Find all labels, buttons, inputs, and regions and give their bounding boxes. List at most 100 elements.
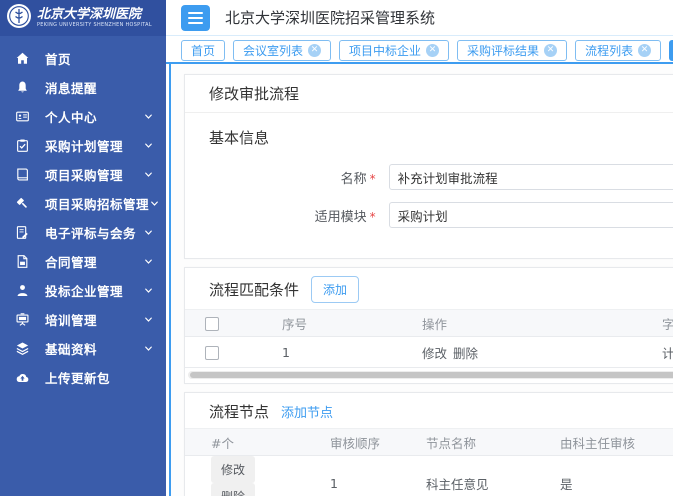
bell-icon bbox=[14, 80, 30, 96]
form-row-module: 适用模块* bbox=[209, 202, 673, 228]
match-conditions-table: 序号 操作 字 1修改删除计 bbox=[185, 309, 673, 368]
tab-项目中标企业[interactable]: 项目中标企业✕ bbox=[339, 40, 449, 61]
app-window: 北京大学深圳医院 PEKING UNIVERSITY SHENZHEN HOSP… bbox=[0, 0, 673, 496]
page-title: 修改审批流程 bbox=[209, 83, 299, 104]
sidebar-item-label: 项目采购招标管理 bbox=[45, 194, 149, 213]
required-asterisk: * bbox=[370, 210, 376, 224]
tab-label: 首页 bbox=[191, 42, 215, 59]
delete-action[interactable]: 删除 bbox=[453, 346, 478, 361]
edit-action[interactable]: 修改 bbox=[422, 346, 447, 361]
section-title-process-nodes: 流程节点 bbox=[209, 401, 269, 422]
gavel-icon bbox=[14, 196, 30, 212]
clipboard-check-icon bbox=[14, 138, 30, 154]
book-icon bbox=[14, 167, 30, 183]
column-header-num: #个 bbox=[185, 429, 318, 456]
main-area: 北京大学深圳医院招采管理系统 首页会议室列表✕项目中标企业✕采购评标结果✕流程列… bbox=[166, 0, 673, 496]
section-title-match-conditions: 流程匹配条件 bbox=[209, 279, 299, 300]
chevron-down-icon bbox=[142, 140, 154, 152]
card-match-conditions: 流程匹配条件 添加 序号 操作 字 1修改删除计 bbox=[184, 267, 673, 384]
app-title: 北京大学深圳医院招采管理系统 bbox=[225, 7, 435, 28]
tab-close-icon[interactable]: ✕ bbox=[638, 44, 651, 57]
name-input[interactable] bbox=[389, 164, 673, 190]
form-row-name: 名称* bbox=[209, 164, 673, 190]
module-input[interactable] bbox=[389, 202, 673, 228]
tab-首页[interactable]: 首页 bbox=[181, 40, 225, 61]
column-header-order: 审核顺序 bbox=[318, 429, 414, 456]
horizontal-scrollbar-thumb[interactable] bbox=[190, 372, 673, 378]
sidebar-item-label: 电子评标与会务 bbox=[45, 223, 136, 242]
sidebar-item-label: 上传更新包 bbox=[45, 368, 110, 387]
add-condition-button[interactable]: 添加 bbox=[311, 276, 359, 303]
sidebar-item-个人中心[interactable]: 个人中心 bbox=[0, 102, 166, 131]
tab-label: 会议室列表 bbox=[243, 42, 303, 59]
tab-label: 采购评标结果 bbox=[467, 42, 539, 59]
hospital-emblem-icon bbox=[6, 3, 32, 33]
sidebar-item-label: 首页 bbox=[45, 49, 71, 68]
required-asterisk: * bbox=[370, 172, 376, 186]
chevron-down-icon bbox=[142, 314, 154, 326]
sidebar-item-label: 投标企业管理 bbox=[45, 281, 123, 300]
column-header-partial: 字 bbox=[660, 310, 673, 337]
delete-node-button[interactable]: 删除 bbox=[211, 483, 255, 496]
tab-会议室列表[interactable]: 会议室列表 ✕ bbox=[233, 40, 331, 61]
condition-row: 1修改删除计 bbox=[185, 337, 673, 368]
sidebar-item-label: 个人中心 bbox=[45, 107, 97, 126]
node-row: 修改删除1科主任意见是 bbox=[185, 456, 673, 496]
cloud-upload-icon bbox=[14, 370, 30, 386]
sidebar-item-项目采购招标管理[interactable]: 项目采购招标管理 bbox=[0, 189, 166, 218]
sidebar-item-采购计划管理[interactable]: 采购计划管理 bbox=[0, 131, 166, 160]
chevron-down-icon bbox=[149, 198, 160, 210]
sidebar-item-培训管理[interactable]: 培训管理 bbox=[0, 305, 166, 334]
tab-close-icon[interactable]: ✕ bbox=[426, 44, 439, 57]
sidebar-item-首页[interactable]: 首页 bbox=[0, 44, 166, 73]
hospital-name-cn: 北京大学深圳医院 bbox=[37, 8, 177, 22]
node-dept-head-review: 是 bbox=[548, 456, 673, 496]
sidebar-item-label: 合同管理 bbox=[45, 252, 97, 271]
sidebar-item-label: 基础资料 bbox=[45, 339, 97, 358]
sidebar-item-合同管理[interactable]: 合同管理 bbox=[0, 247, 166, 276]
hospital-name-en: PEKING UNIVERSITY SHENZHEN HOSPITAL bbox=[37, 22, 152, 27]
content-area: 修改审批流程 基本信息 名称* 适用模块* 流程匹配 bbox=[169, 64, 673, 496]
tab-采购评标结果[interactable]: 采购评标结果 ✕ bbox=[457, 40, 567, 61]
sidebar-item-项目采购管理[interactable]: 项目采购管理 bbox=[0, 160, 166, 189]
add-node-link[interactable]: 添加节点 bbox=[281, 402, 333, 421]
tab-close-icon[interactable]: ✕ bbox=[544, 44, 557, 57]
sidebar-item-电子评标与会务[interactable]: 电子评标与会务 bbox=[0, 218, 166, 247]
contract-icon bbox=[14, 254, 30, 270]
tab-流程列表[interactable]: 流程列表✕ bbox=[575, 40, 661, 61]
id-card-icon bbox=[14, 109, 30, 125]
edit-node-button[interactable]: 修改 bbox=[211, 456, 255, 483]
chevron-down-icon bbox=[142, 343, 154, 355]
section-title-basic-info: 基本信息 bbox=[209, 127, 673, 148]
select-all-checkbox[interactable] bbox=[205, 317, 219, 331]
sidebar-item-label: 消息提醒 bbox=[45, 78, 97, 97]
chevron-down-icon bbox=[142, 111, 154, 123]
sidebar-menu: 首页消息提醒个人中心采购计划管理项目采购管理项目采购招标管理电子评标与会务合同管… bbox=[0, 36, 166, 496]
sidebar: 北京大学深圳医院 PEKING UNIVERSITY SHENZHEN HOSP… bbox=[0, 0, 166, 496]
sidebar-item-上传更新包[interactable]: 上传更新包 bbox=[0, 363, 166, 392]
column-header-dept-head: 由科主任审核 bbox=[548, 429, 673, 456]
tab-bar: 首页会议室列表✕项目中标企业✕采购评标结果✕流程列表✕流程✕ bbox=[166, 36, 673, 64]
process-nodes-table: #个 审核顺序 节点名称 由科主任审核 修改删除1科主任意见是修改删除2采购员意… bbox=[185, 428, 673, 496]
presentation-icon bbox=[14, 312, 30, 328]
chevron-down-icon bbox=[142, 285, 154, 297]
hospital-logo: 北京大学深圳医院 PEKING UNIVERSITY SHENZHEN HOSP… bbox=[0, 0, 166, 36]
home-icon bbox=[14, 51, 30, 67]
module-field-label: 适用模块* bbox=[209, 206, 380, 225]
column-header-seq: 序号 bbox=[270, 310, 410, 337]
horizontal-scrollbar bbox=[188, 371, 673, 379]
tab-close-icon[interactable]: ✕ bbox=[308, 44, 321, 57]
sidebar-item-消息提醒[interactable]: 消息提醒 bbox=[0, 73, 166, 102]
name-field-label: 名称* bbox=[209, 168, 380, 187]
sidebar-item-基础资料[interactable]: 基础资料 bbox=[0, 334, 166, 363]
tab-流程[interactable]: 流程✕ bbox=[669, 40, 673, 61]
sidebar-item-投标企业管理[interactable]: 投标企业管理 bbox=[0, 276, 166, 305]
row-checkbox[interactable] bbox=[205, 346, 219, 360]
layers-icon bbox=[14, 341, 30, 357]
column-header-node-name: 节点名称 bbox=[414, 429, 548, 456]
hamburger-icon[interactable] bbox=[181, 5, 210, 31]
condition-partial-cell: 计 bbox=[660, 337, 673, 368]
user-icon bbox=[14, 283, 30, 299]
sidebar-item-label: 培训管理 bbox=[45, 310, 97, 329]
sidebar-item-label: 项目采购管理 bbox=[45, 165, 123, 184]
